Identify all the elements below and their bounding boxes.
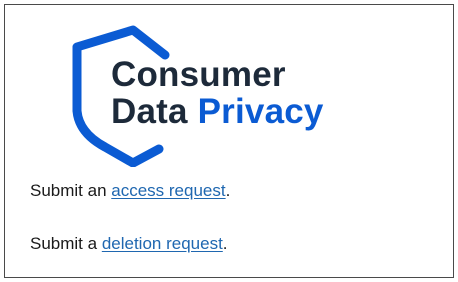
access-request-suffix: . (225, 181, 231, 200)
logo-text-privacy: Privacy (197, 92, 324, 131)
privacy-card: Consumer Data Privacy Submit an access r… (4, 4, 454, 278)
deletion-request-suffix: . (222, 234, 228, 253)
logo-text-data-privacy: Data Privacy (111, 94, 324, 129)
access-request-prefix: Submit an (30, 181, 112, 200)
deletion-request-prefix: Submit a (30, 234, 102, 253)
consumer-data-privacy-logo: Consumer Data Privacy (61, 25, 361, 167)
deletion-request-line: Submit a deletion request. (30, 234, 228, 254)
logo-text-consumer: Consumer (111, 55, 286, 94)
access-request-line: Submit an access request. (30, 181, 230, 201)
deletion-request-link[interactable]: deletion request (102, 234, 223, 253)
logo-text-data: Data (111, 92, 188, 131)
access-request-link[interactable]: access request (111, 181, 225, 200)
